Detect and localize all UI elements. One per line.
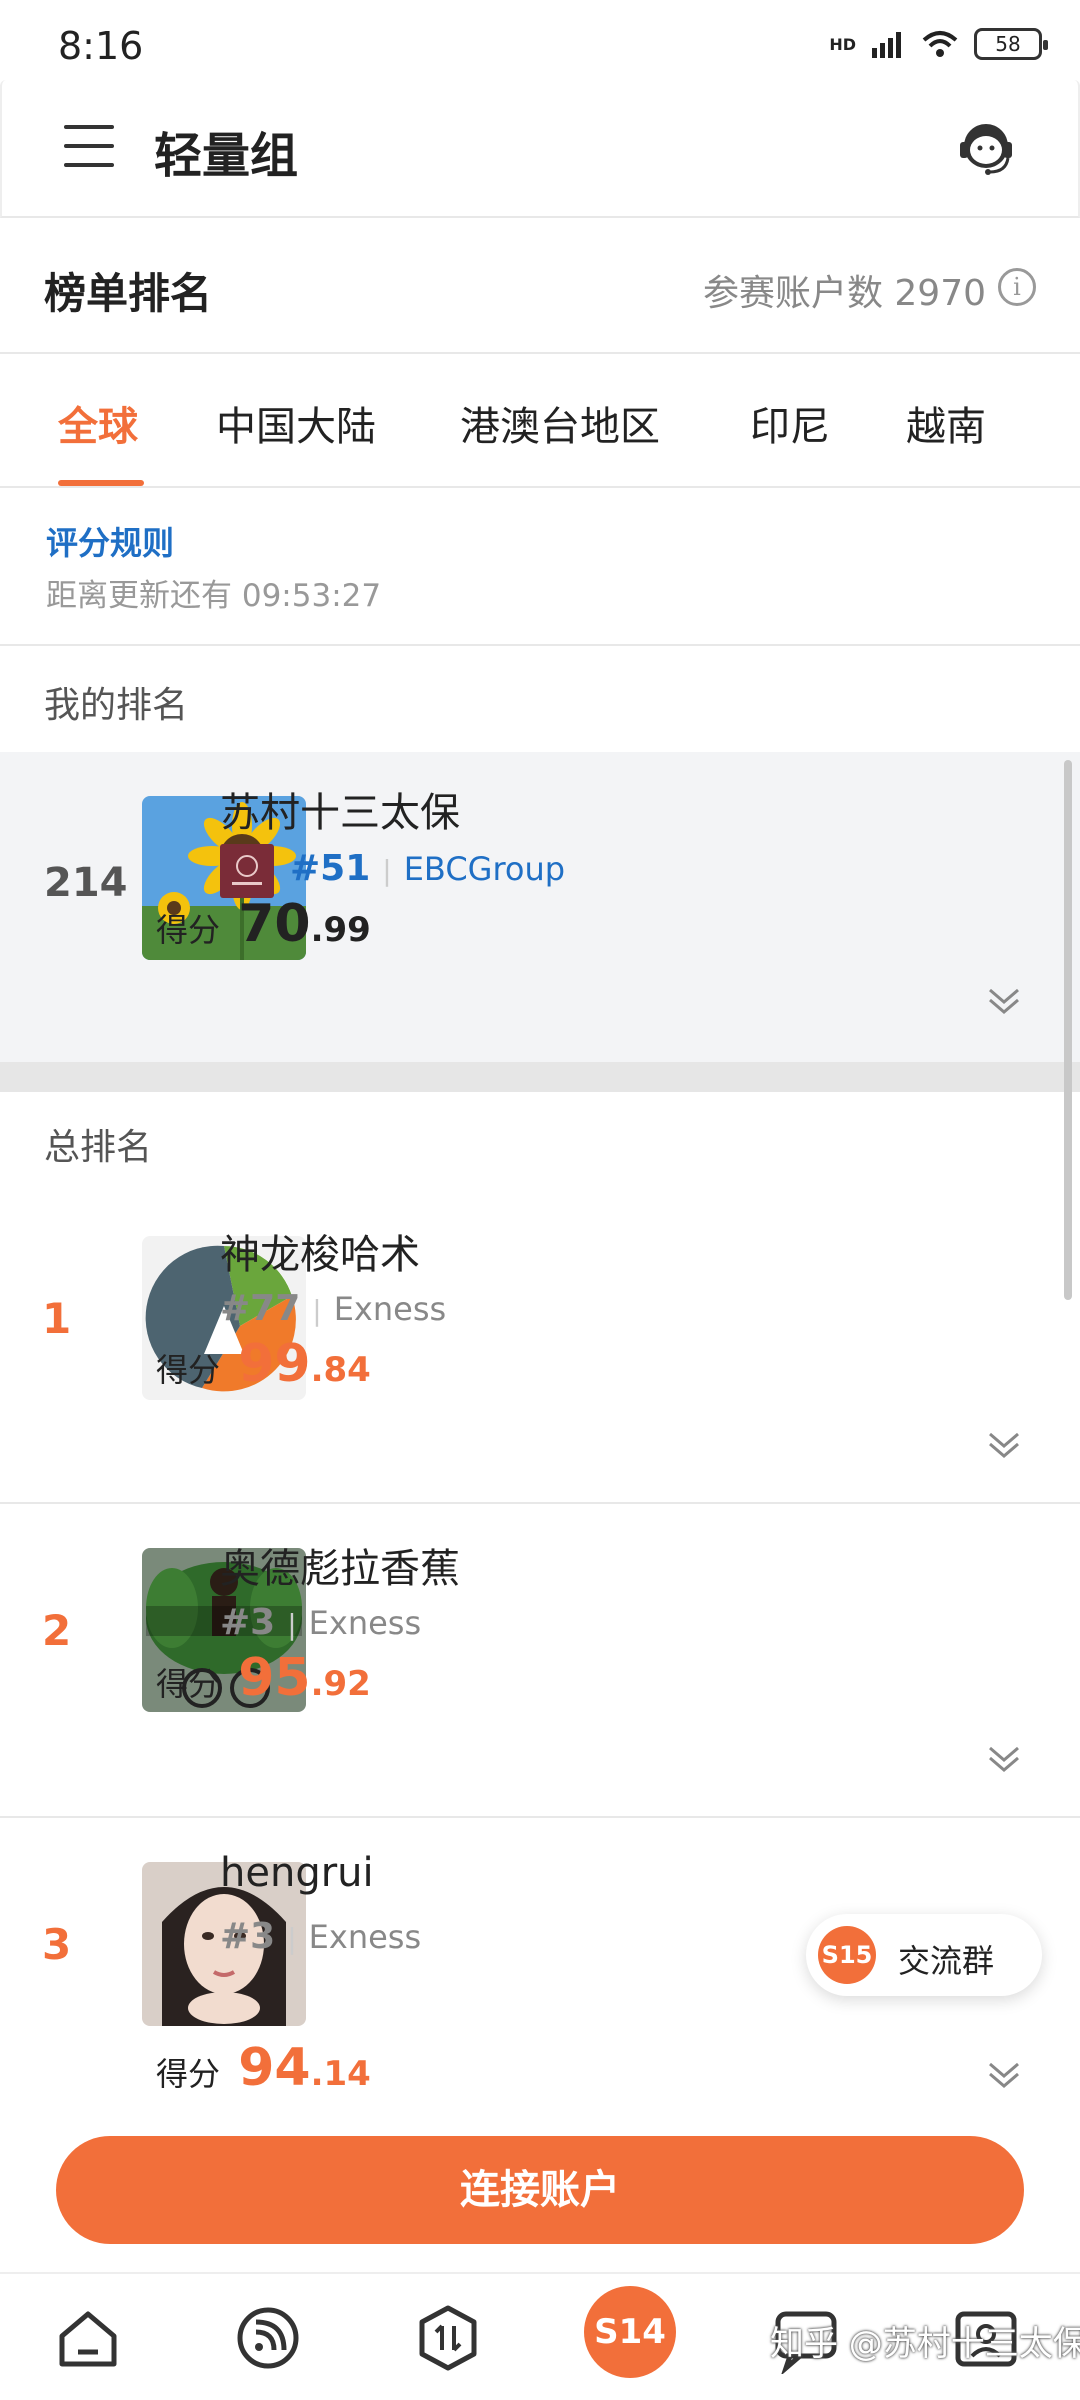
account-name: hengrui: [220, 1850, 374, 1896]
my-rank-label: 我的排名: [44, 685, 189, 726]
home-icon[interactable]: [52, 2302, 124, 2374]
my-account-name: 苏村十三太保: [220, 790, 460, 836]
page-title: 轻量组: [154, 128, 299, 184]
section-divider: [0, 1062, 1080, 1092]
score-label: 得分: [156, 1351, 221, 1389]
expand-chevron-icon[interactable]: [986, 1740, 1022, 1776]
connect-area: 连接账户: [0, 2088, 1080, 2268]
feed-icon[interactable]: [232, 2302, 304, 2374]
score-integer: 95: [238, 1648, 311, 1708]
broker-rank: #3 | Exness: [220, 1916, 422, 1957]
region-tabs: 全球 中国大陆 港澳台地区 印尼 越南: [0, 354, 1080, 488]
menu-icon[interactable]: [64, 125, 114, 167]
broker-rank: #77 | Exness: [220, 1288, 447, 1329]
total-rank-label: 总排名: [44, 1127, 153, 1168]
rank-position: 3: [42, 1920, 72, 1969]
participants-count: 参赛账户数 2970: [702, 273, 986, 314]
score-decimal: .84: [310, 1350, 371, 1390]
network-type: HD: [829, 34, 856, 54]
my-rank-card[interactable]: 214 苏村十三太保 #51 | EBCGroup 得分 70.99: [0, 752, 1080, 1062]
expand-chevron-icon[interactable]: [986, 982, 1022, 1018]
tab-indonesia[interactable]: 印尼: [750, 394, 830, 452]
info-icon[interactable]: i: [998, 268, 1036, 306]
my-rank-position: 214: [44, 860, 128, 906]
tab-global[interactable]: 全球: [58, 394, 138, 452]
chat-group-button[interactable]: S15 交流群: [806, 1914, 1042, 1996]
score-integer: 70: [238, 894, 311, 954]
my-broker-rank-number: #51: [290, 848, 371, 889]
my-broker-rank: #51 | EBCGroup: [290, 848, 566, 889]
score: 得分 95.92: [156, 1648, 371, 1708]
ranking-title: 榜单排名: [44, 269, 213, 318]
score-decimal: .92: [310, 1664, 371, 1704]
tab-mainland-china[interactable]: 中国大陆: [216, 394, 376, 452]
connect-account-button[interactable]: 连接账户: [56, 2136, 1024, 2244]
score-label: 得分: [156, 911, 221, 949]
rules-block: 评分规则 距离更新还有 09:53:27: [0, 488, 1080, 646]
update-countdown: 距离更新还有 09:53:27: [46, 578, 382, 614]
account-name: 神龙梭哈术: [220, 1232, 420, 1278]
broker-rank-number: #3: [220, 1602, 276, 1643]
broker-name: Exness: [333, 1290, 447, 1328]
broker-name: Exness: [308, 1604, 422, 1642]
signal-icon: [872, 32, 901, 58]
tab-hk-macau-taiwan[interactable]: 港澳台地区: [460, 394, 660, 452]
tab-vietnam[interactable]: 越南: [906, 394, 986, 452]
rank-position: 1: [42, 1294, 72, 1343]
expand-chevron-icon[interactable]: [986, 2056, 1022, 2092]
rank-row[interactable]: 2 奥德彪拉香蕉 #3 | Exness 得分 95.92: [0, 1506, 1080, 1818]
broker-rank-number: #77: [220, 1288, 301, 1329]
status-icons: HD 58: [829, 28, 1048, 60]
status-time: 8:16: [58, 24, 144, 68]
score: 得分 99.84: [156, 1334, 371, 1394]
scoring-rules-link[interactable]: 评分规则: [46, 518, 174, 564]
score-label: 得分: [156, 1665, 221, 1703]
account-name: 奥德彪拉香蕉: [220, 1546, 460, 1592]
broker-name: Exness: [308, 1918, 422, 1956]
scrollbar[interactable]: [1064, 760, 1072, 1300]
my-score: 得分 70.99: [156, 894, 371, 954]
my-broker-name: EBCGroup: [403, 850, 566, 888]
rank-row[interactable]: 1 神龙梭哈术 #77 | Exness 得分 99.84: [0, 1192, 1080, 1504]
season-badge: S15: [818, 1926, 876, 1984]
expand-chevron-icon[interactable]: [986, 1426, 1022, 1462]
ebc-broker-logo: [220, 844, 274, 898]
bottom-nav: S14 知乎 @苏村十三太保: [0, 2272, 1080, 2400]
rank-position: 2: [42, 1606, 72, 1655]
active-tab-indicator: [58, 480, 144, 486]
score-integer: 99: [238, 1334, 311, 1394]
trade-icon[interactable]: [412, 2302, 484, 2374]
score-decimal: .99: [310, 910, 371, 950]
ranking-header: 榜单排名 参赛账户数 2970 i: [0, 218, 1080, 354]
customer-service-icon[interactable]: [954, 116, 1018, 180]
broker-rank-number: #3: [220, 1916, 276, 1957]
battery-icon: 58: [974, 28, 1048, 60]
chat-group-label: 交流群: [898, 1942, 995, 1980]
competition-badge[interactable]: S14: [584, 2286, 676, 2378]
watermark: 知乎 @苏村十三太保: [770, 2324, 1080, 2364]
wifi-icon: [922, 31, 958, 57]
broker-rank: #3 | Exness: [220, 1602, 422, 1643]
app-header: 轻量组: [0, 80, 1080, 218]
